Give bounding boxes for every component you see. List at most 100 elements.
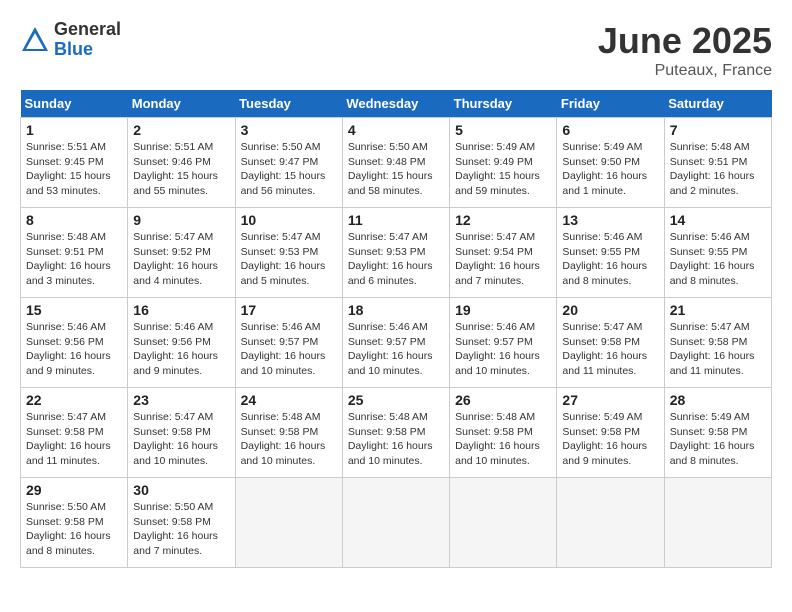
day-info: Sunrise: 5:48 AMSunset: 9:51 PMDaylight:… [670,140,766,199]
calendar-week-row: 1 Sunrise: 5:51 AMSunset: 9:45 PMDayligh… [21,118,772,208]
day-info: Sunrise: 5:50 AMSunset: 9:48 PMDaylight:… [348,140,444,199]
day-number: 12 [455,212,551,228]
day-number: 2 [133,122,229,138]
day-number: 5 [455,122,551,138]
day-info: Sunrise: 5:46 AMSunset: 9:56 PMDaylight:… [26,320,122,379]
table-row [342,478,449,568]
day-info: Sunrise: 5:47 AMSunset: 9:54 PMDaylight:… [455,230,551,289]
calendar-title: June 2025 [598,20,772,62]
day-number: 14 [670,212,766,228]
header-thursday: Thursday [450,90,557,118]
table-row: 1 Sunrise: 5:51 AMSunset: 9:45 PMDayligh… [21,118,128,208]
day-number: 10 [241,212,337,228]
header-friday: Friday [557,90,664,118]
day-info: Sunrise: 5:51 AMSunset: 9:45 PMDaylight:… [26,140,122,199]
day-info: Sunrise: 5:50 AMSunset: 9:58 PMDaylight:… [26,500,122,559]
table-row [557,478,664,568]
table-row: 24 Sunrise: 5:48 AMSunset: 9:58 PMDaylig… [235,388,342,478]
table-row: 27 Sunrise: 5:49 AMSunset: 9:58 PMDaylig… [557,388,664,478]
table-row: 6 Sunrise: 5:49 AMSunset: 9:50 PMDayligh… [557,118,664,208]
table-row [664,478,771,568]
day-info: Sunrise: 5:50 AMSunset: 9:58 PMDaylight:… [133,500,229,559]
day-info: Sunrise: 5:49 AMSunset: 9:58 PMDaylight:… [562,410,658,469]
calendar-body: 1 Sunrise: 5:51 AMSunset: 9:45 PMDayligh… [21,118,772,568]
day-info: Sunrise: 5:50 AMSunset: 9:47 PMDaylight:… [241,140,337,199]
day-info: Sunrise: 5:48 AMSunset: 9:51 PMDaylight:… [26,230,122,289]
logo-general: General [54,20,121,40]
day-number: 29 [26,482,122,498]
table-row: 8 Sunrise: 5:48 AMSunset: 9:51 PMDayligh… [21,208,128,298]
calendar-week-row: 29 Sunrise: 5:50 AMSunset: 9:58 PMDaylig… [21,478,772,568]
table-row: 7 Sunrise: 5:48 AMSunset: 9:51 PMDayligh… [664,118,771,208]
day-number: 24 [241,392,337,408]
table-row: 10 Sunrise: 5:47 AMSunset: 9:53 PMDaylig… [235,208,342,298]
header-wednesday: Wednesday [342,90,449,118]
table-row: 30 Sunrise: 5:50 AMSunset: 9:58 PMDaylig… [128,478,235,568]
day-number: 6 [562,122,658,138]
day-number: 28 [670,392,766,408]
table-row: 5 Sunrise: 5:49 AMSunset: 9:49 PMDayligh… [450,118,557,208]
day-info: Sunrise: 5:47 AMSunset: 9:53 PMDaylight:… [348,230,444,289]
day-number: 27 [562,392,658,408]
header-tuesday: Tuesday [235,90,342,118]
logo-text: General Blue [54,20,121,60]
day-number: 9 [133,212,229,228]
day-number: 18 [348,302,444,318]
day-info: Sunrise: 5:47 AMSunset: 9:58 PMDaylight:… [670,320,766,379]
table-row: 13 Sunrise: 5:46 AMSunset: 9:55 PMDaylig… [557,208,664,298]
day-info: Sunrise: 5:48 AMSunset: 9:58 PMDaylight:… [241,410,337,469]
day-info: Sunrise: 5:47 AMSunset: 9:58 PMDaylight:… [133,410,229,469]
day-number: 23 [133,392,229,408]
table-row: 21 Sunrise: 5:47 AMSunset: 9:58 PMDaylig… [664,298,771,388]
day-number: 1 [26,122,122,138]
day-number: 19 [455,302,551,318]
weekday-header-row: Sunday Monday Tuesday Wednesday Thursday… [21,90,772,118]
calendar-week-row: 22 Sunrise: 5:47 AMSunset: 9:58 PMDaylig… [21,388,772,478]
table-row: 14 Sunrise: 5:46 AMSunset: 9:55 PMDaylig… [664,208,771,298]
day-info: Sunrise: 5:46 AMSunset: 9:55 PMDaylight:… [670,230,766,289]
header-sunday: Sunday [21,90,128,118]
table-row: 26 Sunrise: 5:48 AMSunset: 9:58 PMDaylig… [450,388,557,478]
day-info: Sunrise: 5:49 AMSunset: 9:50 PMDaylight:… [562,140,658,199]
day-number: 22 [26,392,122,408]
day-info: Sunrise: 5:46 AMSunset: 9:55 PMDaylight:… [562,230,658,289]
table-row: 12 Sunrise: 5:47 AMSunset: 9:54 PMDaylig… [450,208,557,298]
calendar-week-row: 15 Sunrise: 5:46 AMSunset: 9:56 PMDaylig… [21,298,772,388]
table-row: 2 Sunrise: 5:51 AMSunset: 9:46 PMDayligh… [128,118,235,208]
day-number: 7 [670,122,766,138]
header-saturday: Saturday [664,90,771,118]
day-info: Sunrise: 5:47 AMSunset: 9:58 PMDaylight:… [562,320,658,379]
day-info: Sunrise: 5:47 AMSunset: 9:58 PMDaylight:… [26,410,122,469]
day-info: Sunrise: 5:47 AMSunset: 9:52 PMDaylight:… [133,230,229,289]
day-number: 15 [26,302,122,318]
day-info: Sunrise: 5:46 AMSunset: 9:57 PMDaylight:… [455,320,551,379]
header-monday: Monday [128,90,235,118]
day-number: 3 [241,122,337,138]
calendar-subtitle: Puteaux, France [598,62,772,80]
calendar-week-row: 8 Sunrise: 5:48 AMSunset: 9:51 PMDayligh… [21,208,772,298]
calendar-table: Sunday Monday Tuesday Wednesday Thursday… [20,90,772,568]
day-number: 8 [26,212,122,228]
table-row: 3 Sunrise: 5:50 AMSunset: 9:47 PMDayligh… [235,118,342,208]
table-row: 25 Sunrise: 5:48 AMSunset: 9:58 PMDaylig… [342,388,449,478]
page-header: General Blue June 2025 Puteaux, France [20,20,772,80]
day-info: Sunrise: 5:46 AMSunset: 9:57 PMDaylight:… [348,320,444,379]
day-info: Sunrise: 5:49 AMSunset: 9:58 PMDaylight:… [670,410,766,469]
day-info: Sunrise: 5:47 AMSunset: 9:53 PMDaylight:… [241,230,337,289]
day-number: 26 [455,392,551,408]
day-number: 20 [562,302,658,318]
table-row: 16 Sunrise: 5:46 AMSunset: 9:56 PMDaylig… [128,298,235,388]
logo-icon [20,25,50,55]
table-row: 19 Sunrise: 5:46 AMSunset: 9:57 PMDaylig… [450,298,557,388]
table-row: 9 Sunrise: 5:47 AMSunset: 9:52 PMDayligh… [128,208,235,298]
day-info: Sunrise: 5:48 AMSunset: 9:58 PMDaylight:… [455,410,551,469]
title-block: June 2025 Puteaux, France [598,20,772,80]
table-row [235,478,342,568]
logo: General Blue [20,20,121,60]
day-info: Sunrise: 5:46 AMSunset: 9:56 PMDaylight:… [133,320,229,379]
logo-blue: Blue [54,40,121,60]
day-number: 13 [562,212,658,228]
day-info: Sunrise: 5:46 AMSunset: 9:57 PMDaylight:… [241,320,337,379]
table-row: 15 Sunrise: 5:46 AMSunset: 9:56 PMDaylig… [21,298,128,388]
table-row: 11 Sunrise: 5:47 AMSunset: 9:53 PMDaylig… [342,208,449,298]
